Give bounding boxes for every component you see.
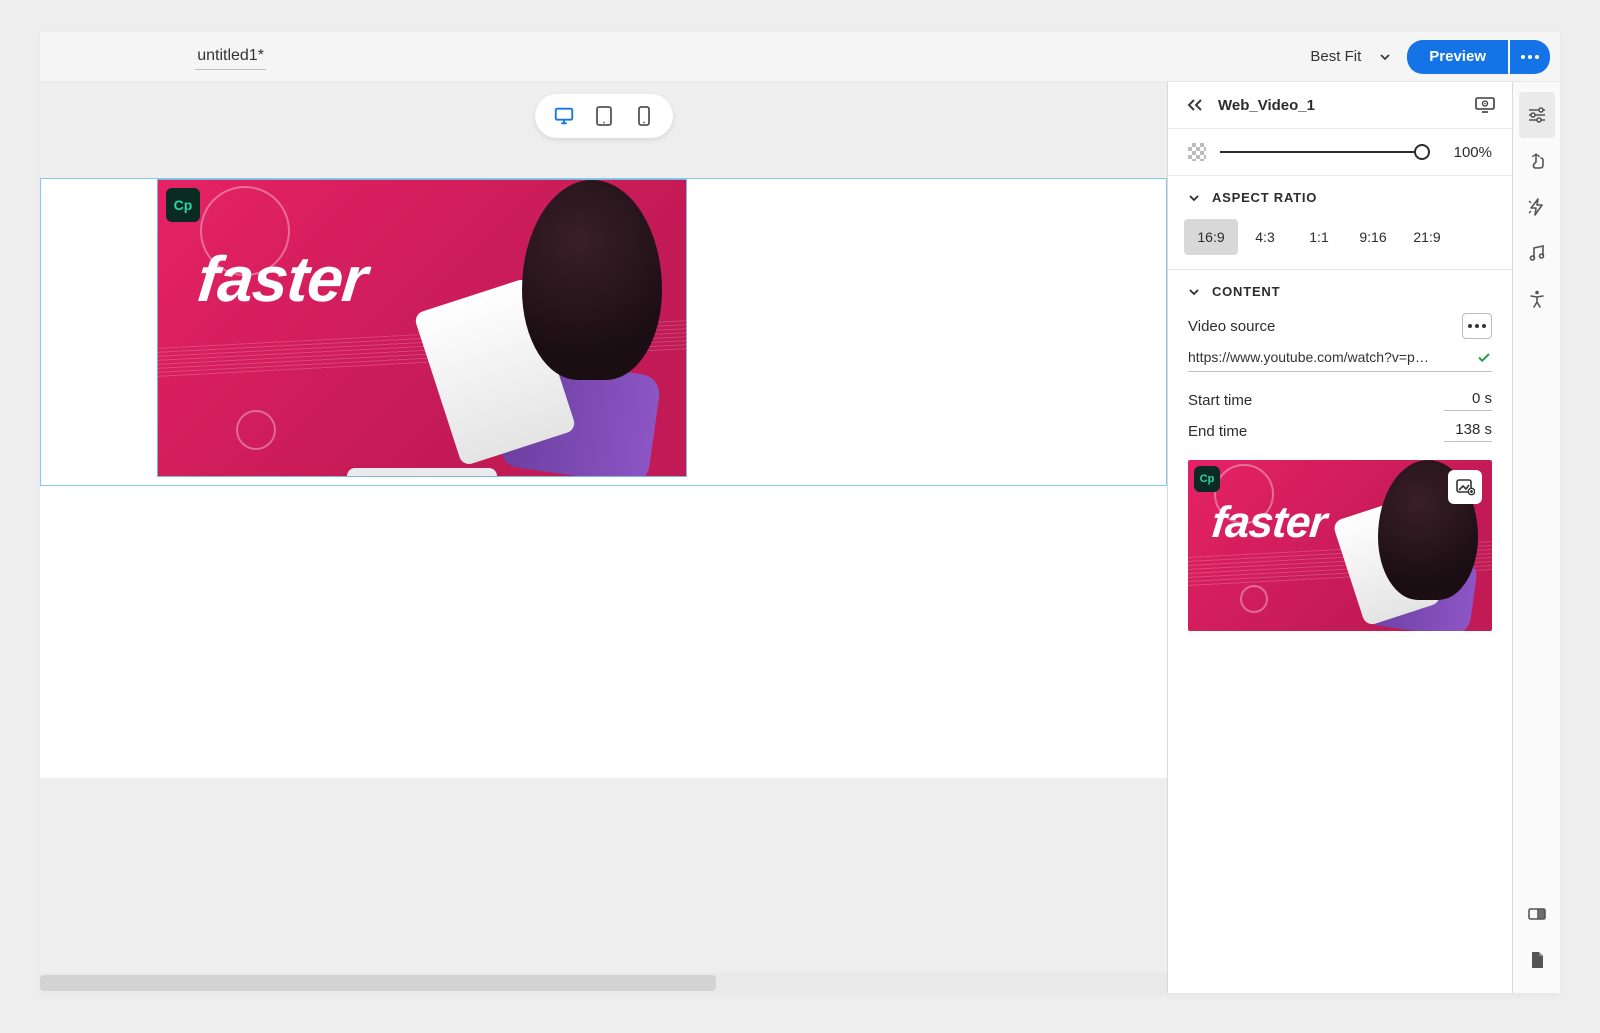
zoom-fit-dropdown[interactable]: Best Fit	[1300, 48, 1401, 65]
check-icon	[1476, 349, 1492, 365]
music-icon	[1527, 243, 1547, 263]
selected-object-name: Web_Video_1	[1218, 97, 1315, 114]
content-section: CONTENT Video source https://www.youtube…	[1168, 270, 1512, 645]
device-switcher	[535, 94, 673, 138]
image-add-icon	[1455, 478, 1475, 496]
collapse-panel-button[interactable]	[1182, 92, 1208, 118]
view-on-device-button[interactable]	[1472, 92, 1498, 118]
canvas-area[interactable]: Cp faster	[40, 82, 1167, 993]
more-dots-icon	[1521, 55, 1539, 59]
start-time-input[interactable]: 0 s	[1444, 390, 1492, 411]
accessibility-icon	[1527, 289, 1547, 309]
thumbnail-caption-text: faster	[1209, 498, 1328, 548]
filmstrip-icon	[1527, 906, 1547, 922]
top-toolbar: untitled1* Best Fit Preview	[40, 32, 1560, 82]
touch-icon	[1527, 151, 1547, 171]
animations-tab-button[interactable]	[1519, 184, 1555, 230]
video-thumbnail-preview: Cp faster	[1188, 460, 1492, 631]
zoom-fit-label: Best Fit	[1310, 48, 1361, 65]
lightning-icon	[1527, 197, 1547, 217]
captivate-badge-icon: Cp	[1194, 466, 1220, 492]
chevrons-left-icon	[1186, 98, 1204, 112]
audio-tab-button[interactable]	[1519, 230, 1555, 276]
start-time-label: Start time	[1188, 392, 1252, 409]
aspect-ratio-4-3[interactable]: 4:3	[1238, 219, 1292, 255]
aspect-ratio-1-1[interactable]: 1:1	[1292, 219, 1346, 255]
slider-thumb[interactable]	[1414, 144, 1430, 160]
phone-icon	[637, 105, 651, 127]
more-dots-icon	[1468, 324, 1486, 328]
preview-button[interactable]: Preview	[1407, 40, 1508, 74]
slide-stage[interactable]: Cp faster	[40, 178, 1167, 778]
content-title: CONTENT	[1212, 284, 1280, 299]
properties-tab-button[interactable]	[1519, 92, 1555, 138]
filmstrip-button[interactable]	[1519, 891, 1555, 937]
video-url-field[interactable]: https://www.youtube.com/watch?v=p…	[1188, 349, 1492, 372]
properties-panel: Web_Video_1 100% ASPECT RATIO	[1167, 82, 1512, 993]
video-caption-text: faster	[194, 242, 370, 316]
aspect-ratio-16-9[interactable]: 16:9	[1184, 219, 1238, 255]
desktop-icon	[553, 104, 575, 128]
file-icon	[1528, 950, 1546, 970]
web-video-object[interactable]: Cp faster	[157, 179, 687, 477]
opacity-row: 100%	[1168, 129, 1512, 176]
chevron-down-icon	[1188, 286, 1200, 298]
app-window: untitled1* Best Fit Preview	[40, 32, 1560, 993]
aspect-ratio-toggle[interactable]: ASPECT RATIO	[1188, 190, 1492, 205]
right-tool-rail	[1512, 82, 1560, 993]
accessibility-tab-button[interactable]	[1519, 276, 1555, 322]
selection-bounds: Cp faster	[40, 178, 1167, 486]
aspect-ratio-21-9[interactable]: 21:9	[1400, 219, 1454, 255]
aspect-ratio-options: 16:9 4:3 1:1 9:16 21:9	[1184, 219, 1492, 255]
tablet-icon	[595, 105, 613, 127]
video-url-value: https://www.youtube.com/watch?v=p…	[1188, 349, 1466, 365]
device-phone-button[interactable]	[633, 105, 655, 127]
opacity-value[interactable]: 100%	[1444, 144, 1492, 161]
interactions-tab-button[interactable]	[1519, 138, 1555, 184]
replace-thumbnail-button[interactable]	[1448, 470, 1482, 504]
preview-more-button[interactable]	[1510, 40, 1550, 74]
transparency-icon	[1188, 143, 1206, 161]
aspect-ratio-section: ASPECT RATIO 16:9 4:3 1:1 9:16 21:9	[1168, 176, 1512, 270]
video-source-options-button[interactable]	[1462, 313, 1492, 339]
device-desktop-button[interactable]	[553, 105, 575, 127]
chevron-down-icon	[1379, 51, 1391, 63]
resize-handle[interactable]	[347, 468, 497, 477]
aspect-ratio-title: ASPECT RATIO	[1212, 190, 1317, 205]
video-thumbnail: Cp faster	[158, 180, 686, 476]
document-title[interactable]: untitled1*	[195, 43, 266, 70]
chevron-down-icon	[1188, 192, 1200, 204]
end-time-label: End time	[1188, 423, 1247, 440]
notes-button[interactable]	[1519, 937, 1555, 983]
sliders-icon	[1527, 106, 1547, 124]
monitor-eye-icon	[1474, 96, 1496, 114]
end-time-input[interactable]: 138 s	[1444, 421, 1492, 442]
captivate-badge-icon: Cp	[166, 188, 200, 222]
video-source-label: Video source	[1188, 318, 1275, 335]
canvas-scrollbar[interactable]	[40, 973, 1167, 993]
device-tablet-button[interactable]	[593, 105, 615, 127]
content-toggle[interactable]: CONTENT	[1188, 284, 1492, 299]
main-area: Cp faster Web_Video_1	[40, 82, 1560, 993]
opacity-slider[interactable]	[1220, 143, 1430, 161]
aspect-ratio-9-16[interactable]: 9:16	[1346, 219, 1400, 255]
